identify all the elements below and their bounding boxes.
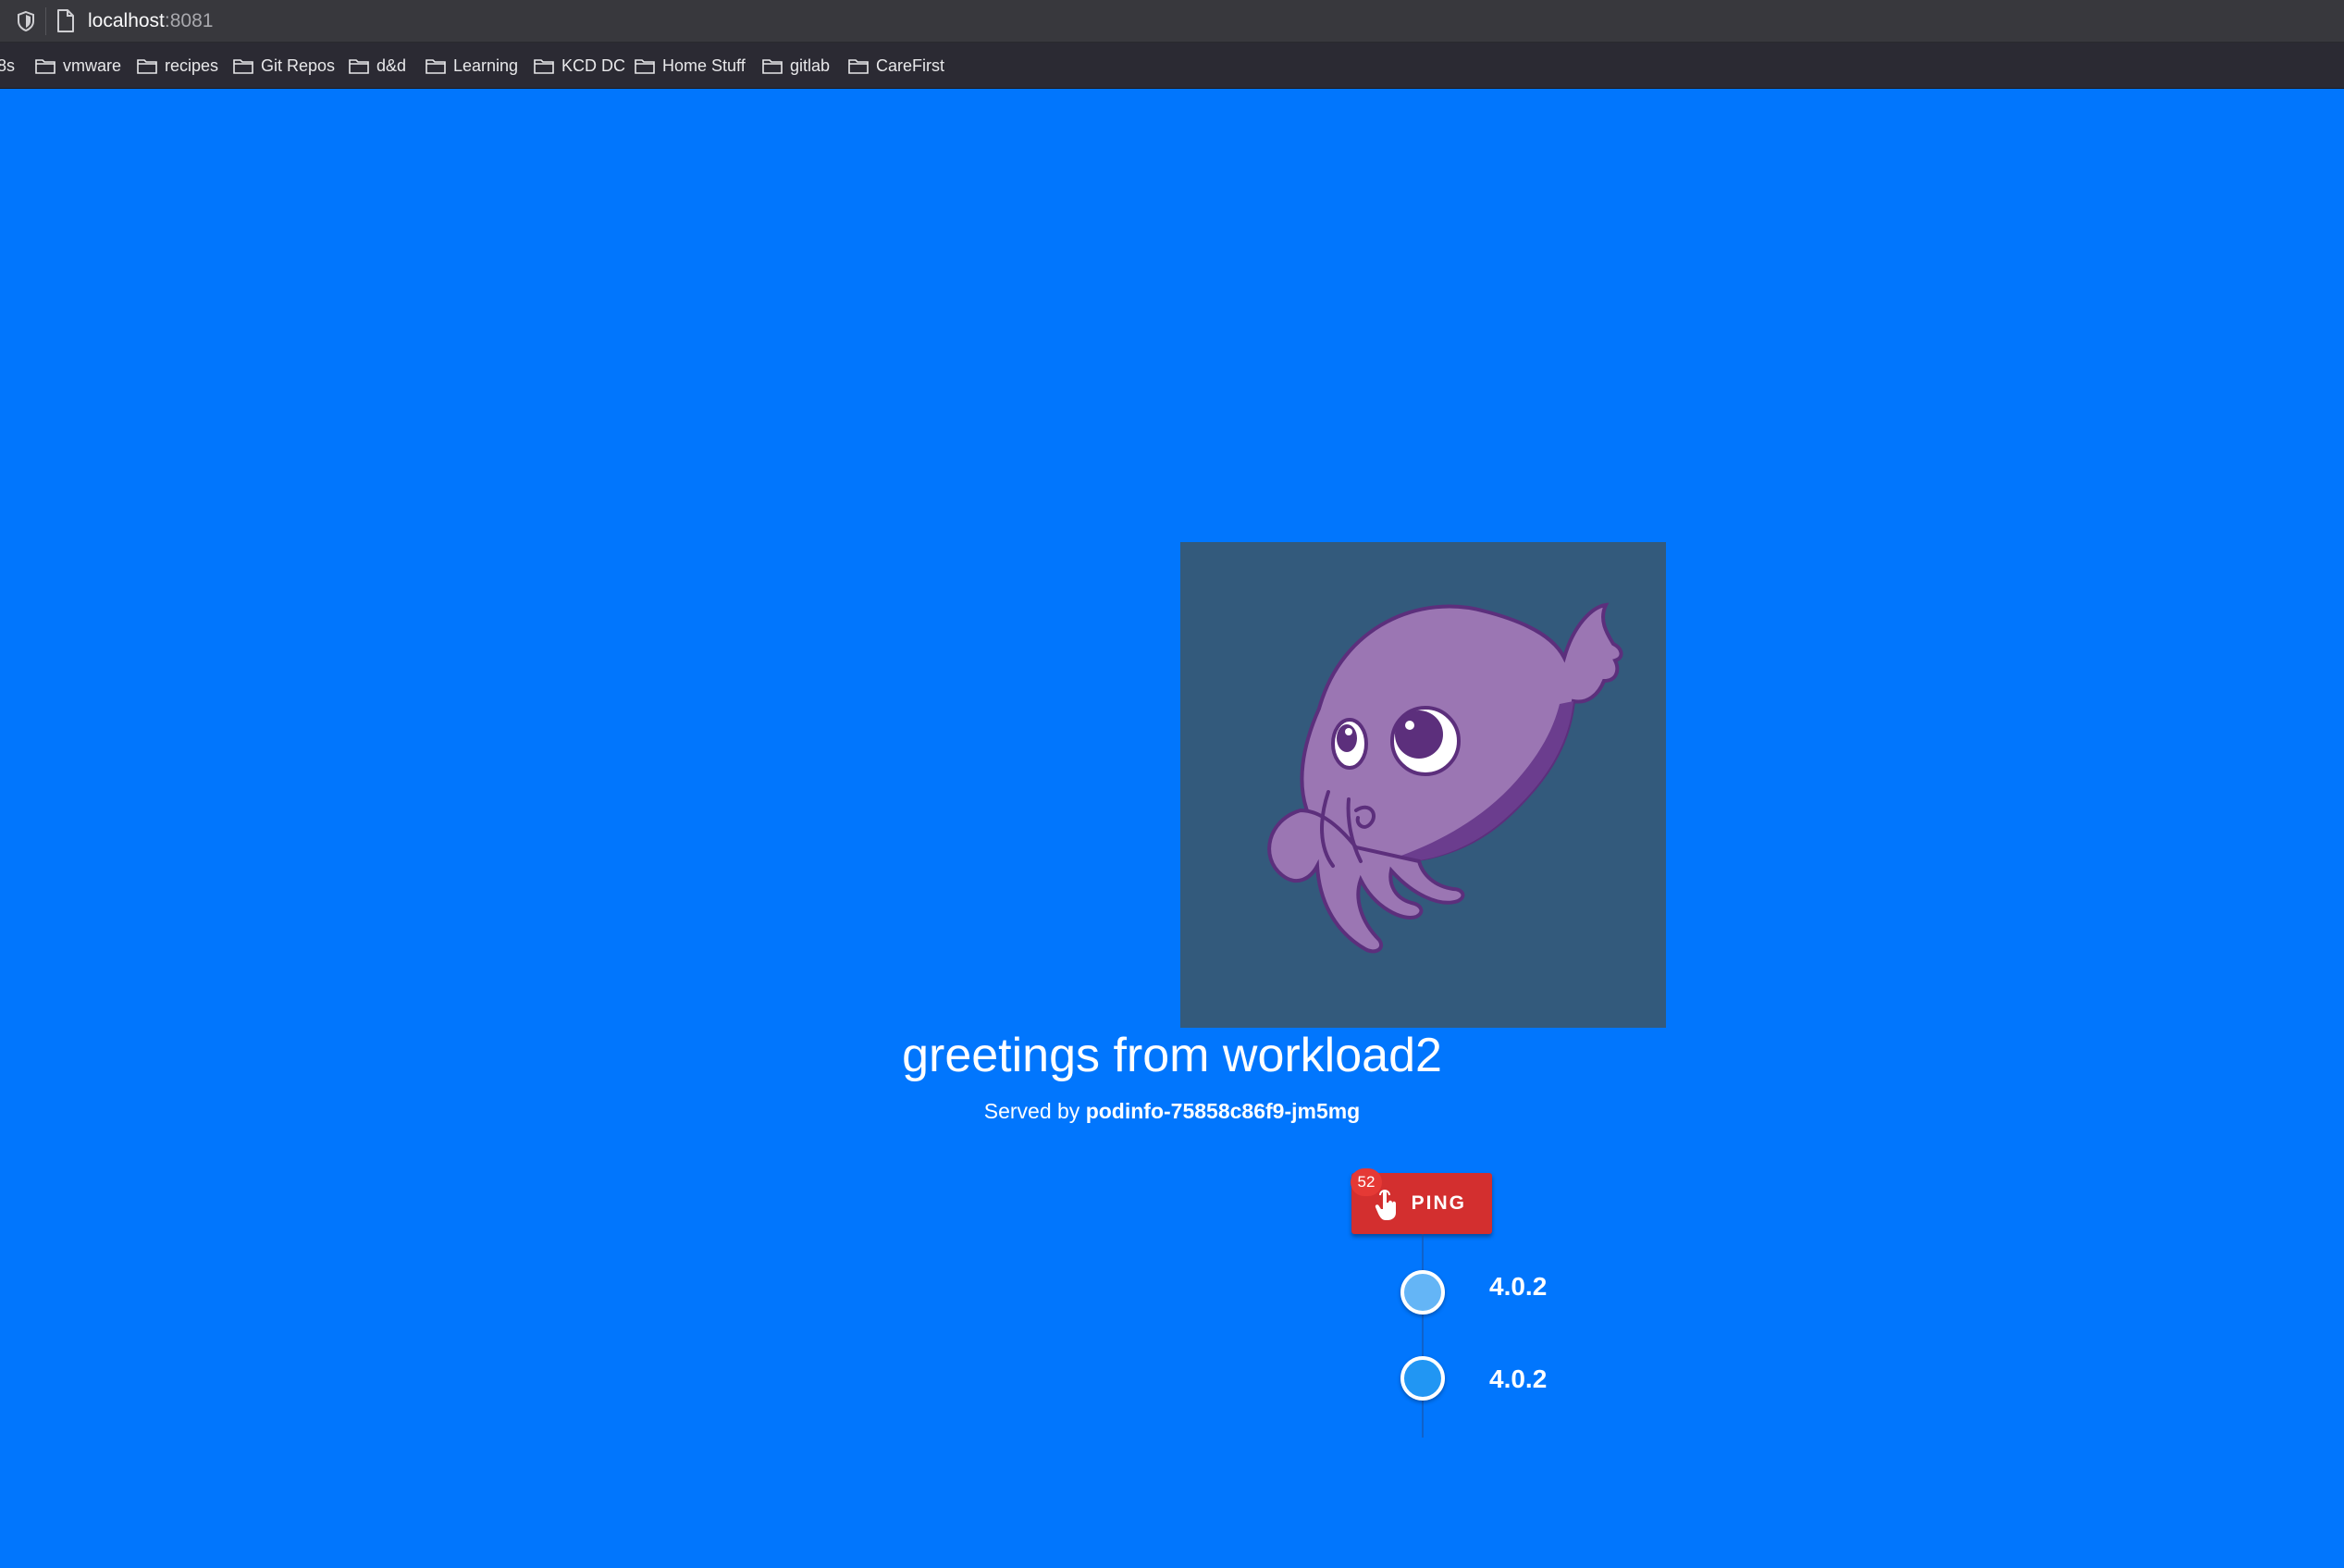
timeline-version: 4.0.2	[1489, 1364, 1548, 1393]
ping-label: PING	[1411, 1192, 1466, 1214]
bookmark-dnd[interactable]: d&d	[349, 43, 406, 89]
page-title: greetings from workload2	[902, 1029, 1442, 1082]
url-bar: localhost:8081	[0, 0, 2344, 43]
bookmark-label: gitlab	[790, 56, 831, 75]
bookmark-label: Learning	[453, 56, 519, 75]
served-by-text: Served by podinfo-75858c86f9-jm5mg	[0, 1095, 2344, 1127]
bookmark-carefirst[interactable]: CareFirst	[848, 43, 944, 89]
bookmark-label: Home Stuff	[662, 56, 746, 75]
bookmark-git-repos[interactable]: Git Repos	[233, 43, 335, 89]
urlbar-separator	[45, 7, 46, 35]
ping-count-badge: 52	[1351, 1168, 1382, 1196]
bookmark-gitlab[interactable]: gitlab	[762, 43, 830, 89]
folder-icon	[233, 59, 253, 74]
timeline-version: 4.0.2	[1489, 1272, 1548, 1301]
timeline-line	[1422, 1234, 1424, 1438]
bookmark-label: k8s	[0, 56, 16, 75]
timeline-dot	[1400, 1356, 1445, 1401]
bookmark-label: d&d	[376, 56, 407, 75]
folder-icon	[635, 59, 655, 74]
folder-icon	[762, 59, 783, 74]
bookmark-label: Git Repos	[261, 56, 336, 75]
bookmark-k8s[interactable]: k8s	[0, 43, 15, 89]
bookmark-label: KCD DC	[561, 56, 626, 75]
bookmark-label: recipes	[165, 56, 219, 75]
served-by-prefix: Served by	[983, 1099, 1080, 1123]
url-field[interactable]: localhost:8081	[88, 9, 213, 33]
bookmark-label: vmware	[63, 56, 122, 75]
folder-icon	[35, 59, 56, 74]
timeline-dot	[1400, 1270, 1445, 1315]
podinfo-logo	[1180, 542, 1666, 1028]
bookmark-recipes[interactable]: recipes	[137, 43, 218, 89]
folder-icon	[534, 59, 554, 74]
url-port: :8081	[164, 10, 214, 31]
pod-name: podinfo-75858c86f9-jm5mg	[1085, 1099, 1361, 1123]
bookmarks-toolbar: k8s vmware recipes Git Repos d&d Learnin…	[0, 43, 2344, 89]
shield-icon[interactable]	[16, 10, 36, 32]
touch-hand-icon	[1375, 1190, 1396, 1220]
url-host: localhost	[88, 10, 165, 31]
folder-icon	[137, 59, 157, 74]
bookmark-learning[interactable]: Learning	[426, 43, 518, 89]
page-icon[interactable]	[56, 8, 76, 33]
folder-icon	[426, 59, 446, 74]
bookmark-home-stuff[interactable]: Home Stuff	[635, 43, 746, 89]
folder-icon	[349, 59, 369, 74]
cuttlefish-mascot-icon	[1267, 602, 1623, 954]
bookmark-label: CareFirst	[876, 56, 945, 75]
bookmark-kcd-dc[interactable]: KCD DC	[534, 43, 625, 89]
bookmark-vmware[interactable]: vmware	[35, 43, 121, 89]
folder-icon	[848, 59, 869, 74]
